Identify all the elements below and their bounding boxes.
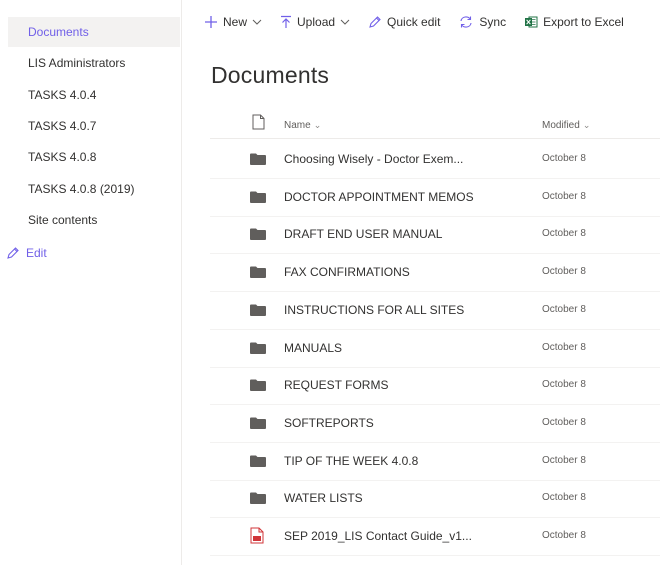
chevron-down-icon: ⌄	[582, 120, 591, 130]
pdf-file-icon	[250, 527, 264, 544]
upload-button[interactable]: Upload	[280, 15, 350, 29]
list-row[interactable]: MANUALS October 8	[210, 330, 660, 368]
folder-icon	[250, 228, 266, 240]
export-to-excel-button[interactable]: Export to Excel	[524, 15, 624, 29]
nav-item-tasks-4-0-7[interactable]: TASKS 4.0.7	[8, 111, 180, 141]
modified-column-label: Modified	[542, 120, 580, 131]
quick-edit-button[interactable]: Quick edit	[368, 15, 440, 29]
folder-icon	[250, 417, 266, 429]
upload-icon	[281, 15, 292, 28]
upload-label: Upload	[297, 15, 336, 29]
folder-icon	[250, 492, 266, 504]
pencil-icon	[7, 247, 19, 259]
new-label: New	[223, 15, 248, 29]
chevron-down-icon	[252, 19, 262, 25]
file-type-column-icon[interactable]	[252, 114, 265, 130]
sync-button[interactable]: Sync	[458, 15, 506, 29]
row-modified: October 8	[542, 530, 586, 541]
left-navigation: Documents LIS Administrators TASKS 4.0.4…	[0, 0, 182, 565]
row-modified: October 8	[542, 417, 586, 428]
row-name[interactable]: SEP 2019_LIS Contact Guide_v1...	[284, 529, 472, 543]
nav-item-tasks-4-0-4[interactable]: TASKS 4.0.4	[8, 80, 180, 110]
list-row[interactable]: DOCTOR APPOINTMENT MEMOS October 8	[210, 179, 660, 217]
command-bar: New Upload Quick edit Sync Export to Exc…	[182, 0, 660, 44]
list-row[interactable]: SOFTREPORTS October 8	[210, 405, 660, 443]
row-name[interactable]: DRAFT END USER MANUAL	[284, 227, 442, 241]
list-row[interactable]: SEP 2019_LIS Contact Guide_v1... October…	[210, 518, 660, 556]
folder-icon	[250, 379, 266, 391]
name-column-header[interactable]: Name ⌄	[284, 120, 321, 131]
edit-nav-link[interactable]: Edit	[6, 244, 47, 262]
nav-item-lis-administrators[interactable]: LIS Administrators	[8, 48, 180, 78]
row-name[interactable]: INSTRUCTIONS FOR ALL SITES	[284, 303, 464, 317]
quick-edit-label: Quick edit	[387, 15, 441, 29]
list-row[interactable]: INSTRUCTIONS FOR ALL SITES October 8	[210, 292, 660, 330]
modified-column-header[interactable]: Modified ⌄	[542, 120, 590, 131]
excel-icon	[525, 16, 538, 28]
list-row[interactable]: FAX CONFIRMATIONS October 8	[210, 254, 660, 292]
row-name[interactable]: Choosing Wisely - Doctor Exem...	[284, 152, 463, 166]
folder-icon	[250, 153, 266, 165]
plus-icon	[205, 16, 217, 28]
row-modified: October 8	[542, 153, 586, 164]
chevron-down-icon	[340, 19, 350, 25]
nav-item-documents[interactable]: Documents	[8, 17, 180, 47]
folder-icon	[250, 342, 266, 354]
new-button[interactable]: New	[204, 15, 262, 29]
list-row[interactable]: WATER LISTS October 8	[210, 480, 660, 518]
name-column-label: Name	[284, 120, 311, 131]
sync-label: Sync	[479, 15, 507, 29]
list-header: Name ⌄ Modified ⌄	[210, 112, 660, 139]
pencil-icon	[369, 16, 381, 28]
export-label: Export to Excel	[543, 15, 624, 29]
nav-item-tasks-4-0-8-2019[interactable]: TASKS 4.0.8 (2019)	[8, 174, 180, 204]
page-title: Documents	[211, 62, 330, 88]
list-row[interactable]: Choosing Wisely - Doctor Exem... October…	[210, 141, 660, 179]
folder-icon	[250, 455, 266, 467]
folder-icon	[250, 191, 266, 203]
nav-item-site-contents[interactable]: Site contents	[8, 205, 180, 235]
row-modified: October 8	[542, 342, 586, 353]
row-name[interactable]: MANUALS	[284, 341, 342, 355]
row-modified: October 8	[542, 455, 586, 466]
chevron-down-icon: ⌄	[313, 120, 322, 130]
folder-icon	[250, 266, 266, 278]
folder-icon	[250, 304, 266, 316]
row-modified: October 8	[542, 304, 586, 315]
nav-item-tasks-4-0-8[interactable]: TASKS 4.0.8	[8, 142, 180, 172]
row-name[interactable]: SOFTREPORTS	[284, 416, 374, 430]
edit-nav-label: Edit	[26, 246, 47, 260]
row-modified: October 8	[542, 228, 586, 239]
list-row[interactable]: DRAFT END USER MANUAL October 8	[210, 216, 660, 254]
row-modified: October 8	[542, 191, 586, 202]
row-modified: October 8	[542, 266, 586, 277]
row-modified: October 8	[542, 379, 586, 390]
list-row[interactable]: TIP OF THE WEEK 4.0.8 October 8	[210, 443, 660, 481]
sync-icon	[460, 16, 472, 28]
row-modified: October 8	[542, 492, 586, 503]
row-name[interactable]: REQUEST FORMS	[284, 378, 388, 392]
row-name[interactable]: DOCTOR APPOINTMENT MEMOS	[284, 190, 474, 204]
row-name[interactable]: WATER LISTS	[284, 491, 363, 505]
row-name[interactable]: TIP OF THE WEEK 4.0.8	[284, 454, 418, 468]
list-row[interactable]: REQUEST FORMS October 8	[210, 367, 660, 405]
row-name[interactable]: FAX CONFIRMATIONS	[284, 265, 410, 279]
